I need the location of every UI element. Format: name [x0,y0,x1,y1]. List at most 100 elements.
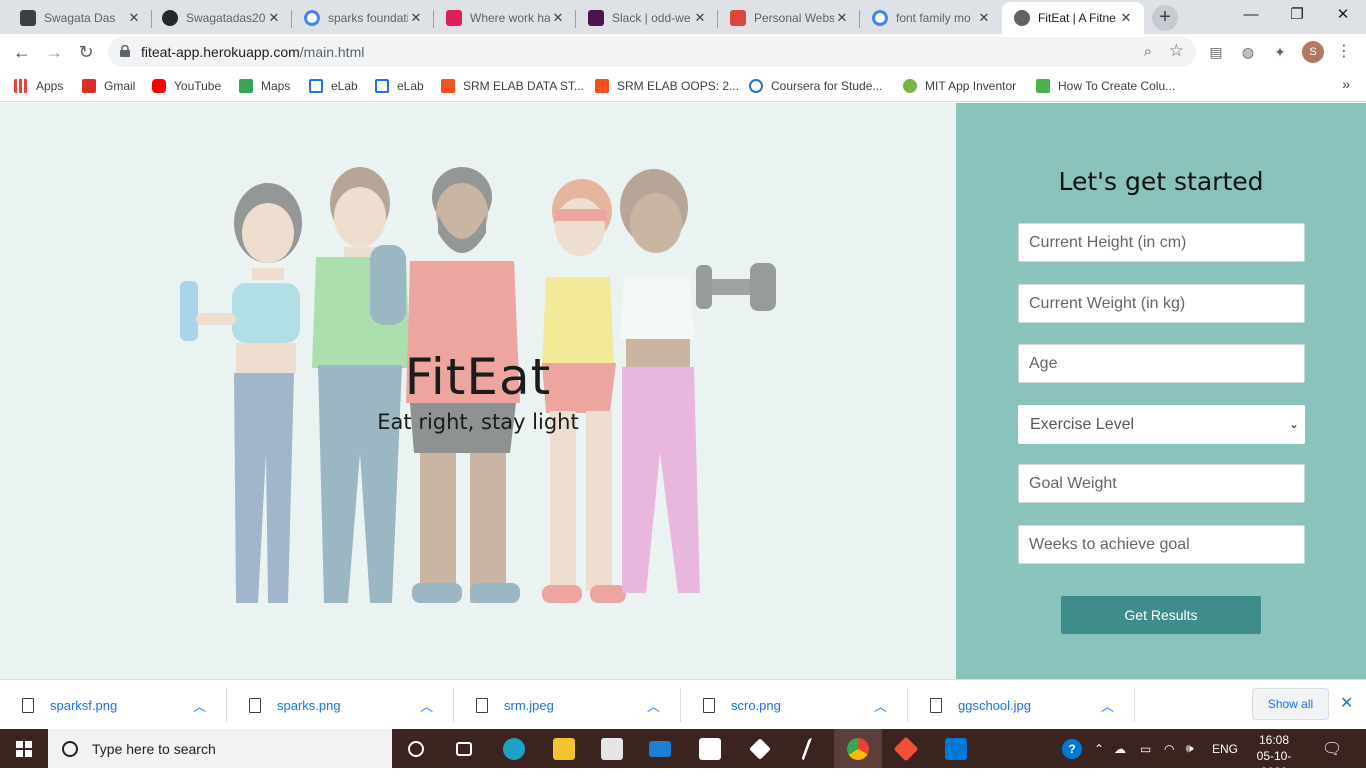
browser-tab[interactable]: font family mo ✕ [860,2,1002,34]
download-item[interactable]: sparks.png ︿ [227,680,454,730]
file-icon [476,697,488,713]
profile-avatar[interactable]: S [1302,41,1324,63]
bookmark-srm-elab-oops[interactable]: SRM ELAB OOPS: 2... [595,76,739,96]
dropbox-icon[interactable] [736,729,784,768]
close-downloads-icon[interactable]: ✕ [1340,693,1353,713]
google-icon [872,10,888,26]
restore-icon[interactable]: ❐ [1274,0,1320,32]
reload-icon[interactable]: ↻ [74,40,98,64]
close-icon[interactable]: ✕ [976,10,992,26]
windows-taskbar: Type here to search ? ⌃ ☁ ▭ ◠ 🕪 ENG 16:0… [0,729,1366,779]
close-icon[interactable]: ✕ [550,10,566,26]
browser-tab[interactable]: Swagata Das ✕ [8,2,152,34]
bookmark-star-icon[interactable]: ☆ [1169,41,1184,61]
bookmark-gmail[interactable]: Gmail [82,76,135,96]
bookmark-elab[interactable]: eLab [309,76,358,96]
chevron-up-icon[interactable]: ︿ [193,696,213,715]
forward-arrow-icon[interactable]: → [42,40,66,64]
age-input[interactable] [1018,344,1305,383]
puzzle-icon[interactable]: ✦ [1270,42,1290,62]
hero-section: FitEat Eat right, stay light [0,103,956,679]
cortana-icon[interactable] [392,729,440,768]
weeks-input[interactable] [1018,525,1305,564]
download-item[interactable]: ggschool.jpg ︿ [908,680,1135,730]
taskbar-search[interactable]: Type here to search [48,729,392,768]
help-icon[interactable]: ? [1062,729,1082,768]
notifications-icon[interactable]: 🗨 [1322,729,1342,768]
close-icon[interactable]: ✕ [1118,10,1134,26]
exercise-level-select[interactable]: Exercise Level ⌄ [1018,405,1305,444]
chrome-icon[interactable] [834,729,882,768]
download-item[interactable]: scro.png ︿ [681,680,908,730]
menu-kebab-icon[interactable]: ⋮ [1336,41,1352,61]
window-close-icon[interactable]: ✕ [1320,0,1366,32]
close-icon[interactable]: ✕ [834,10,850,26]
wifi-icon[interactable]: ◠ [1164,729,1174,768]
taskbar-search-placeholder: Type here to search [92,740,216,757]
close-icon[interactable]: ✕ [126,10,142,26]
bookmark-coursera[interactable]: Coursera for Stude... [749,76,882,96]
minimize-icon[interactable]: — [1228,0,1274,32]
url-path: /main.html [299,44,365,60]
vscode-icon[interactable] [932,729,980,768]
bookmark-elab-2[interactable]: eLab [375,76,424,96]
volume-icon[interactable]: 🕪 [1186,729,1194,768]
bookmark-maps[interactable]: Maps [239,76,290,96]
app-s-icon[interactable] [784,729,832,768]
bookmarks-bar: Apps Gmail YouTube Maps eLab eLab SRM EL… [0,70,1366,102]
edge-icon[interactable] [490,729,538,768]
mail-icon[interactable] [636,729,684,768]
bookmark-create-columns[interactable]: How To Create Colu... [1036,76,1175,96]
system-clock[interactable]: 16:08 05-10-2020 [1244,732,1304,780]
show-all-downloads-button[interactable]: Show all [1252,688,1329,720]
windows-start-icon[interactable] [0,729,48,768]
address-bar[interactable]: fiteat-app.herokuapp.com/main.html ⌕ ☆ [108,37,1196,67]
globe-extension-icon[interactable]: ◍ [1238,42,1258,62]
close-icon[interactable]: ✕ [692,10,708,26]
url-host: fiteat-app.herokuapp.com [141,44,300,60]
onedrive-icon[interactable]: ☁ [1114,729,1126,768]
browser-toolbar: ← → ↻ fiteat-app.herokuapp.com/main.html… [0,34,1366,70]
bookmark-apps[interactable]: Apps [14,76,63,96]
chevron-up-icon[interactable]: ︿ [420,696,440,715]
close-icon[interactable]: ✕ [266,10,282,26]
more-bookmarks-icon[interactable]: » [1342,76,1350,92]
new-tab-button[interactable]: + [1152,5,1178,31]
amazon-icon[interactable] [686,729,734,768]
task-view-icon[interactable] [440,729,488,768]
height-input[interactable] [1018,223,1305,262]
git-kraken-icon[interactable] [882,729,930,768]
bookmark-youtube[interactable]: YouTube [152,76,221,96]
bookmark-srm-elab-ds[interactable]: SRM ELAB DATA ST... [441,76,584,96]
zoom-icon[interactable]: ⌕ [1144,43,1152,60]
file-explorer-icon[interactable] [540,729,588,768]
chevron-up-icon[interactable]: ︿ [874,696,894,715]
chevron-up-icon[interactable]: ︿ [1101,696,1121,715]
store-icon[interactable] [588,729,636,768]
browser-tab[interactable]: Swagatadas20 ✕ [150,2,292,34]
extension-icon[interactable]: ▤ [1206,42,1226,62]
browser-tab[interactable]: sparks foundati ✕ [292,2,434,34]
language-indicator[interactable]: ENG [1212,729,1238,768]
chevron-up-icon[interactable]: ︿ [647,696,667,715]
back-arrow-icon[interactable]: ← [10,40,34,64]
weight-input[interactable] [1018,284,1305,323]
browser-tab[interactable]: Slack | odd-we ✕ [576,2,718,34]
download-item[interactable]: srm.jpeg ︿ [454,680,681,730]
close-icon[interactable]: ✕ [408,10,424,26]
tab-favicon-icon [20,10,36,26]
slack-icon [446,10,462,26]
browser-tab[interactable]: Personal Webs ✕ [718,2,860,34]
monitor-icon [309,79,323,93]
goal-weight-input[interactable] [1018,464,1305,503]
battery-icon[interactable]: ▭ [1140,729,1151,768]
blogger-icon [595,79,609,93]
app-inventor-icon [903,79,917,93]
get-results-button[interactable]: Get Results [1061,596,1261,634]
bookmark-mit-app-inventor[interactable]: MIT App Inventor [903,76,1016,96]
browser-tab[interactable]: Where work ha ✕ [434,2,576,34]
browser-tab-active[interactable]: FitEat | A Fitne ✕ [1002,2,1144,34]
download-item[interactable]: sparksf.png ︿ [0,680,227,730]
tray-chevron-up-icon[interactable]: ⌃ [1094,729,1104,768]
file-icon [249,697,261,713]
